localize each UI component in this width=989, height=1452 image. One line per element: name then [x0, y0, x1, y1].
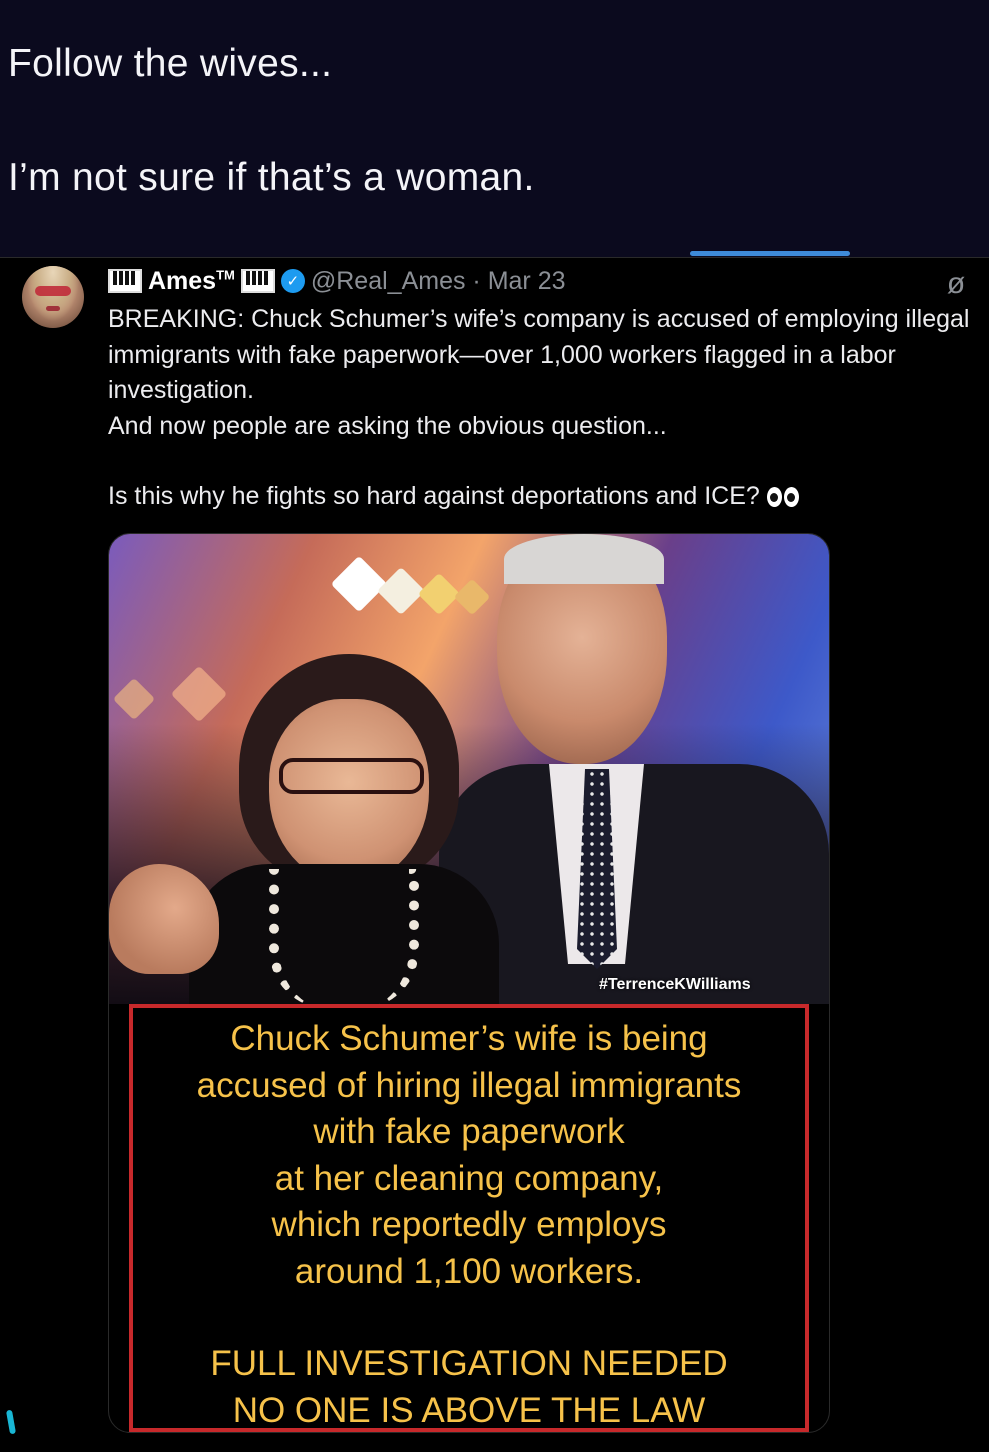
banner-call-to-action: FULL INVESTIGATION NEEDED NO ONE IS ABOV… — [210, 1344, 728, 1430]
tweet-text-question: Is this why he fights so hard against de… — [108, 479, 983, 515]
grok-icon[interactable]: ø — [940, 268, 972, 300]
image-watermark: #TerrenceKWilliams — [599, 976, 751, 993]
tweet-body: BREAKING: Chuck Schumer’s wife’s company… — [108, 302, 983, 515]
display-name[interactable]: AmesTM — [148, 267, 235, 296]
caption-line-1: Follow the wives... — [8, 42, 333, 85]
page: Follow the wives... I’m not sure if that… — [0, 0, 989, 1452]
banner-text: Chuck Schumer’s wife is being accused of… — [196, 1019, 742, 1291]
piano-keys-icon — [240, 269, 275, 293]
tweet-text-main: BREAKING: Chuck Schumer’s wife’s company… — [108, 305, 970, 440]
tweet-media-image[interactable]: #TerrenceKWilliams Chuck Schumer’s wife … — [108, 533, 830, 1433]
eyes-icon — [766, 487, 799, 508]
scroll-mark — [5, 1409, 17, 1435]
caption-line-2: I’m not sure if that’s a woman. — [8, 156, 535, 199]
photo — [109, 534, 829, 1004]
embedded-tweet[interactable]: AmesTM ✓ @Real_Ames · Mar 23 ø BREAKING:… — [0, 257, 989, 1452]
trademark-mark: TM — [216, 267, 235, 283]
image-banner: Chuck Schumer’s wife is being accused of… — [129, 1004, 809, 1432]
tweet-header: AmesTM ✓ @Real_Ames · Mar 23 — [108, 264, 566, 298]
avatar[interactable] — [22, 266, 84, 328]
scroll-indicator — [690, 251, 850, 256]
piano-keys-icon — [108, 269, 142, 293]
verified-badge-icon: ✓ — [280, 269, 305, 293]
handle-and-date[interactable]: @Real_Ames · Mar 23 — [311, 267, 566, 296]
